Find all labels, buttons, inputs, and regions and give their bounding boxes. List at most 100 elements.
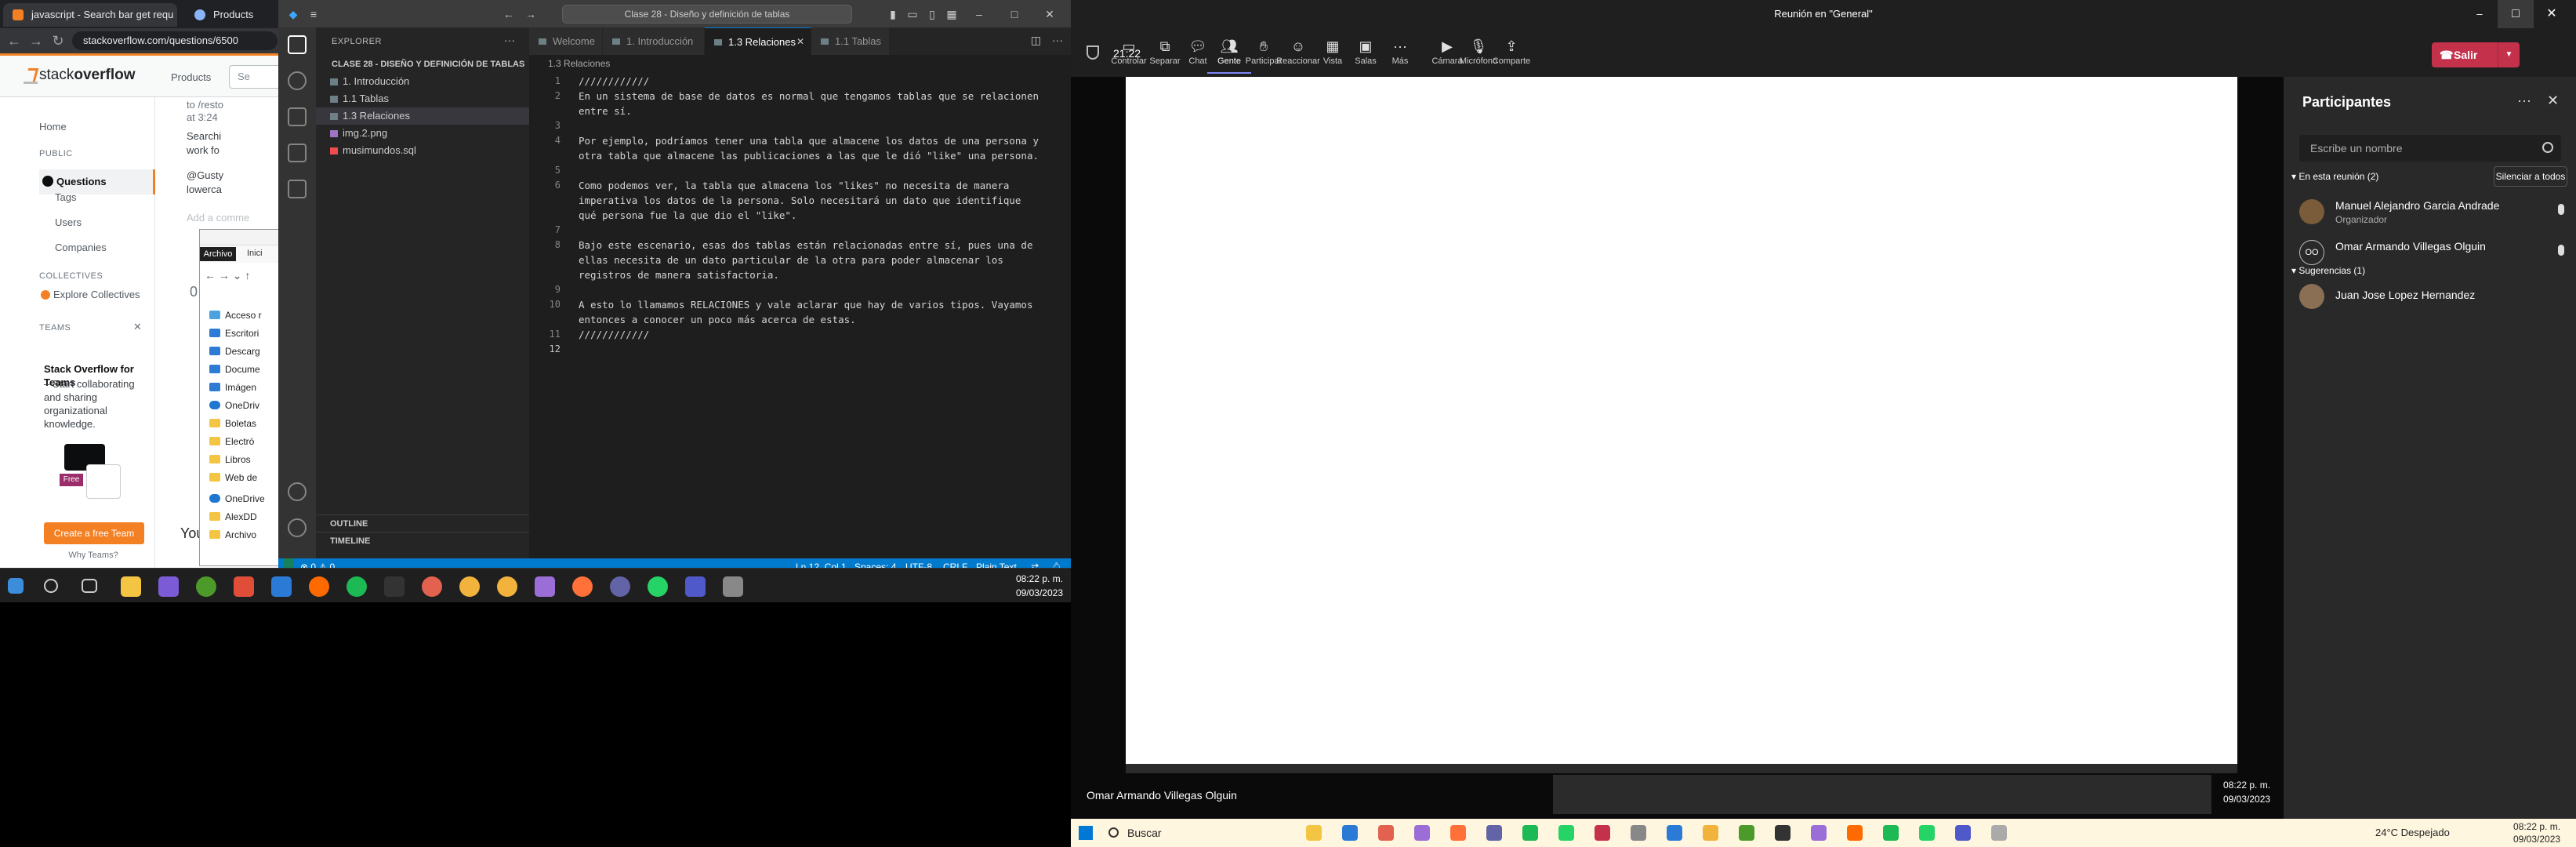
firefox-icon[interactable] [572, 576, 593, 597]
account-icon[interactable] [288, 482, 307, 501]
taskbar-app-icon[interactable] [1522, 825, 1538, 841]
add-comment-link[interactable]: Add a comme [187, 212, 249, 224]
code-line[interactable]: qué persona fue la que dio el "like". [579, 209, 796, 221]
nav-item[interactable]: Electró [209, 433, 254, 450]
create-free-team-button[interactable]: Create a free Team [44, 522, 144, 544]
nav-item[interactable]: Imágen [209, 379, 256, 396]
taskbar-clock[interactable]: 08:22 p. m. 09/03/2023 [2513, 820, 2560, 845]
maximize-icon[interactable]: □ [2498, 0, 2534, 28]
sidebar-item-home[interactable]: Home [39, 121, 67, 133]
sidebar-item-tags[interactable]: Tags [55, 191, 76, 203]
timeline-section[interactable]: TIMELINE [316, 532, 529, 549]
code-line[interactable]: Como podemos ver, la tabla que almacena … [579, 180, 1009, 191]
taskbar-app-icon[interactable] [1775, 825, 1791, 841]
app-icon[interactable] [384, 576, 405, 597]
layout-customize-icon[interactable]: ▦ [945, 7, 959, 21]
code-line[interactable]: //////////// [579, 75, 649, 87]
why-teams-link[interactable]: Why Teams? [0, 551, 155, 560]
toolbar-button-share[interactable]: ⇪ Comparte [1489, 36, 1533, 74]
layout-secondary-icon[interactable]: ▯ [925, 7, 939, 21]
nav-item[interactable]: Boletas [209, 415, 256, 432]
products-link[interactable]: Products [171, 71, 211, 83]
editor-tab[interactable]: 1. Introducción [603, 27, 705, 55]
back-arrow-icon[interactable]: ← [6, 33, 22, 49]
layout-panel-icon[interactable]: ▭ [905, 7, 920, 21]
editor-tab[interactable]: 1.1 Tablas [811, 27, 890, 55]
app-icon[interactable] [158, 576, 179, 597]
chrome-icon[interactable] [497, 576, 517, 597]
forward-arrow-icon[interactable]: → [524, 7, 538, 21]
nav-item[interactable]: Descarg [209, 343, 260, 360]
address-bar[interactable]: stackoverflow.com/questions/6500 [72, 31, 278, 50]
command-center[interactable]: Clase 28 - Diseño y definición de tablas [562, 5, 852, 24]
file-tree-item[interactable]: 1.1 Tablas [316, 90, 529, 107]
more-options-icon[interactable]: ··· [2517, 93, 2531, 109]
sidebar-item-explore-collectives[interactable]: Explore Collectives [53, 289, 140, 300]
layout-sidebar-icon[interactable]: ▮ [886, 7, 900, 21]
nav-item[interactable]: Docume [209, 361, 260, 378]
spotify-icon[interactable] [346, 576, 367, 597]
explorer-files-icon[interactable] [288, 35, 307, 54]
mute-all-button[interactable]: Silenciar a todos [2494, 166, 2567, 187]
app-icon[interactable] [723, 576, 743, 597]
taskbar-app-icon[interactable] [1847, 825, 1863, 841]
close-icon[interactable]: ✕ [2547, 93, 2559, 109]
app-icon[interactable] [309, 576, 329, 597]
minimize-icon[interactable]: – [972, 7, 986, 21]
suggested-participant-row[interactable]: Juan Jose Lopez Hernandez [2299, 278, 2566, 315]
windows-start-icon[interactable] [1079, 826, 1093, 840]
browser-tab-products[interactable]: Products [185, 3, 278, 27]
windows-start-icon[interactable] [8, 578, 24, 594]
code-line[interactable]: registros de manera satisfactoria. [579, 269, 779, 281]
taskbar-app-icon[interactable] [1955, 825, 1971, 841]
taskbar-app-icon[interactable] [1558, 825, 1574, 841]
taskbar-app-icon[interactable] [1595, 825, 1610, 841]
search-icon[interactable] [44, 579, 58, 593]
nav-item[interactable]: Libros [209, 451, 251, 468]
file-tree-item[interactable]: 1. Introducción [316, 73, 529, 90]
code-line[interactable]: A esto lo llamamos RELACIONES y vale acl… [579, 299, 1032, 311]
app-icon[interactable] [196, 576, 216, 597]
teams-icon[interactable] [685, 576, 706, 597]
taskbar-app-icon[interactable] [1703, 825, 1718, 841]
taskbar-app-icon[interactable] [1739, 825, 1754, 841]
vscode-icon[interactable] [271, 576, 292, 597]
nav-item[interactable]: OneDriv [209, 397, 259, 414]
visual-studio-icon[interactable] [535, 576, 555, 597]
editor-tab[interactable]: Welcome [529, 27, 603, 55]
nav-item[interactable]: Archivo [209, 526, 256, 543]
in-meeting-section-header[interactable]: ▾ En esta reunión (2) [2291, 171, 2378, 182]
code-line[interactable]: Bajo este escenario, esas dos tablas est… [579, 239, 1032, 251]
editor-tab[interactable]: 1.3 Relaciones ✕ [705, 27, 811, 55]
close-tab-icon[interactable]: ✕ [796, 28, 804, 56]
nav-item[interactable]: OneDrive [209, 490, 265, 507]
taskbar-app-icon[interactable] [1991, 825, 2007, 841]
gear-icon[interactable] [288, 518, 307, 537]
code-line[interactable]: imperativa los datos de la persona. Solo… [579, 194, 1021, 206]
participant-row[interactable]: Manuel Alejandro Garcia Andrade Organizad… [2299, 193, 2566, 231]
app-icon[interactable] [610, 576, 630, 597]
nav-item[interactable]: Acceso r [209, 307, 262, 324]
taskbar-app-icon[interactable] [1811, 825, 1827, 841]
reload-icon[interactable]: ↻ [50, 33, 66, 49]
close-icon[interactable]: ✕ [1043, 7, 1057, 21]
stackoverflow-logo[interactable]: stackoverflow [39, 67, 135, 84]
code-line[interactable]: Por ejemplo, podríamos tener una tabla q… [579, 135, 1039, 147]
more-actions-icon[interactable]: ··· [1052, 34, 1063, 46]
code-line[interactable]: entre sí. [579, 105, 632, 117]
run-debug-icon[interactable] [288, 144, 307, 162]
chrome-icon[interactable] [459, 576, 480, 597]
leave-button[interactable]: ☎ Salir ▼ [2432, 42, 2520, 67]
weather-widget[interactable]: 24°C Despejado [2375, 827, 2450, 838]
code-line[interactable]: otra tabla que almacene las publicacione… [579, 150, 1039, 162]
maximize-icon[interactable]: □ [1007, 7, 1021, 21]
split-editor-icon[interactable]: ◫ [1031, 34, 1041, 47]
back-arrow-icon[interactable]: ← [502, 7, 516, 21]
taskbar-app-icon[interactable] [1919, 825, 1935, 841]
minimize-icon[interactable]: – [2462, 0, 2498, 28]
menu-icon[interactable]: ≡ [307, 7, 321, 21]
whatsapp-icon[interactable] [648, 576, 668, 597]
sidebar-item-users[interactable]: Users [55, 216, 82, 228]
taskbar-search[interactable]: Buscar [1105, 822, 1293, 844]
file-tree-item[interactable]: 1.3 Relaciones [316, 107, 529, 125]
